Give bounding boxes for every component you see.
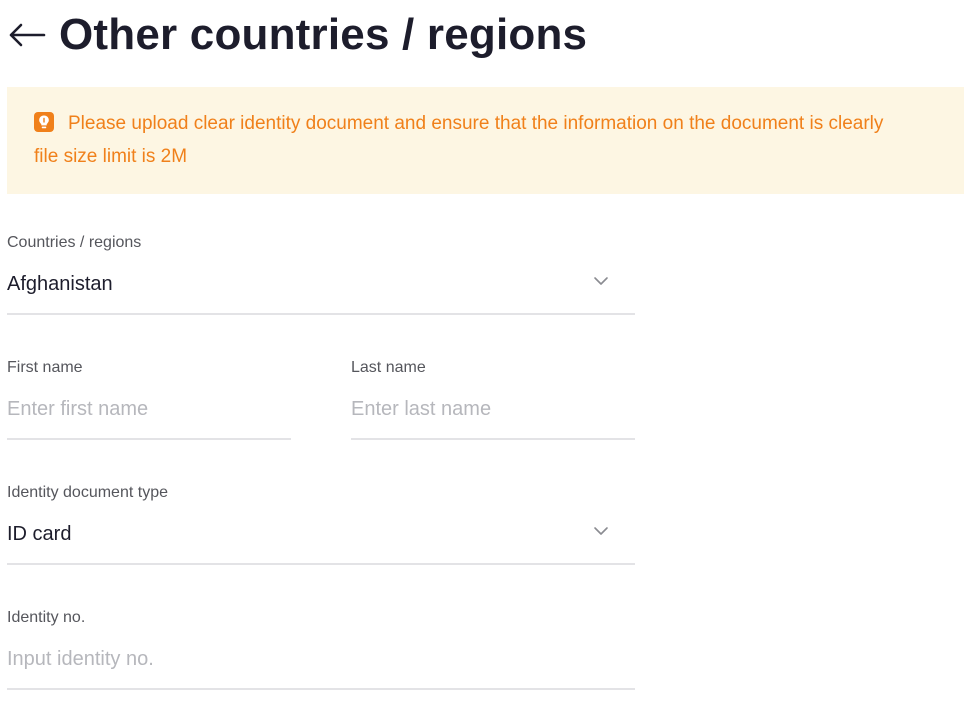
country-select[interactable]: Afghanistan [7,271,635,315]
chevron-down-icon [594,277,608,285]
last-name-placeholder: Enter last name [351,398,492,420]
document-type-value: ID card [7,523,72,545]
identity-number-label: Identity no. [7,609,86,626]
page-title: Other countries / regions [59,10,588,59]
document-type-select[interactable]: ID card [7,521,635,565]
arrow-left-icon [9,23,46,47]
last-name-field: Last name Enter last name [351,358,635,440]
document-type-field: Identity document type ID card [7,483,635,565]
identity-verification-page: Other countries / regions Please upload … [0,0,964,718]
chevron-down-icon [594,527,608,535]
first-name-field: First name Enter first name [7,358,291,440]
notice-line-1: Please upload clear identity document an… [34,107,964,140]
page-header: Other countries / regions [7,6,587,64]
identity-number-field: Identity no. Input identity no. [7,608,635,690]
country-field: Countries / regions Afghanistan [7,233,635,315]
last-name-label: Last name [351,359,426,376]
first-name-placeholder: Enter first name [7,398,149,420]
identity-number-placeholder: Input identity no. [7,648,154,670]
lightbulb-icon [34,112,54,132]
notice-text-line-1: Please upload clear identity document an… [68,113,884,134]
back-button[interactable] [7,15,47,55]
upload-notice: Please upload clear identity document an… [7,87,964,194]
country-label: Countries / regions [7,234,142,251]
country-value: Afghanistan [7,273,113,295]
identity-number-input[interactable]: Input identity no. [7,646,635,690]
first-name-label: First name [7,359,83,376]
document-type-label: Identity document type [7,484,168,501]
notice-text-line-2: file size limit is 2M [34,146,188,167]
first-name-input[interactable]: Enter first name [7,396,291,440]
last-name-input[interactable]: Enter last name [351,396,635,440]
